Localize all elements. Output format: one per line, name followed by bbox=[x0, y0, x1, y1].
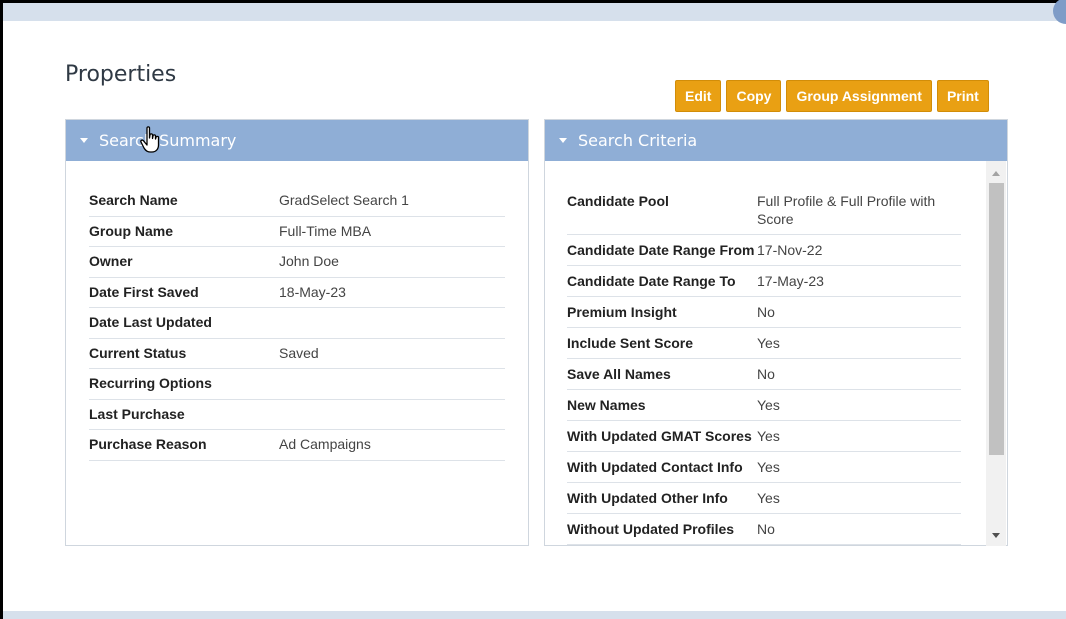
row-label: Owner bbox=[89, 253, 133, 269]
row-value: Yes bbox=[757, 397, 780, 413]
row-label: With Updated GMAT Scores bbox=[567, 428, 752, 444]
row-label: Current Status bbox=[89, 344, 187, 361]
caret-down-icon bbox=[80, 138, 88, 143]
hand-cursor-icon bbox=[140, 126, 160, 153]
summary-row: Date Last Updated bbox=[89, 308, 505, 339]
criteria-row: Candidate Date Range From 17-Nov-22 bbox=[567, 235, 961, 266]
search-criteria-list: Candidate Pool Full Profile & Full Profil… bbox=[567, 186, 961, 545]
criteria-scroll-area[interactable]: Candidate Pool Full Profile & Full Profil… bbox=[545, 161, 1007, 546]
row-label: Recurring Options bbox=[89, 375, 212, 391]
row-value: Full-Time MBA bbox=[279, 222, 372, 239]
row-label: Candidate Date Range To bbox=[567, 273, 736, 289]
summary-row: Date First Saved 18-May-23 bbox=[89, 278, 505, 308]
row-label: Candidate Date Range From bbox=[567, 242, 755, 258]
row-label: Premium Insight bbox=[567, 304, 677, 320]
criteria-row: With Updated GMAT Scores Yes bbox=[567, 421, 961, 452]
row-label: Search Name bbox=[89, 192, 178, 208]
scroll-thumb[interactable] bbox=[989, 183, 1004, 455]
row-value: Ad Campaigns bbox=[279, 436, 371, 452]
row-label: Date Last Updated bbox=[89, 314, 212, 330]
row-value: 18-May-23 bbox=[279, 283, 346, 300]
criteria-row: Without Updated Profiles No bbox=[567, 514, 961, 545]
caret-down-icon bbox=[559, 138, 567, 143]
row-value: Yes bbox=[757, 490, 780, 506]
row-value: Saved bbox=[279, 344, 319, 361]
criteria-row: Save All Names No bbox=[567, 359, 961, 390]
row-label: With Updated Contact Info bbox=[567, 459, 743, 475]
scroll-up-icon[interactable] bbox=[992, 171, 1000, 176]
search-summary-list: Search Name GradSelect Search 1 Group Nam… bbox=[89, 186, 505, 461]
page-title: Properties bbox=[65, 62, 177, 87]
row-value: 17-Nov-22 bbox=[757, 242, 823, 258]
row-label: Last Purchase bbox=[89, 405, 185, 422]
summary-row: Owner John Doe bbox=[89, 247, 505, 278]
row-value: No bbox=[757, 366, 775, 382]
summary-row: Recurring Options bbox=[89, 369, 505, 400]
search-summary-header[interactable]: Search Summary bbox=[66, 120, 528, 161]
summary-row: Search Name GradSelect Search 1 bbox=[89, 186, 505, 217]
row-value: Yes bbox=[757, 428, 780, 444]
row-value: John Doe bbox=[279, 253, 339, 269]
criteria-row: With Updated Other Info Yes bbox=[567, 483, 961, 514]
summary-row: Current Status Saved bbox=[89, 339, 505, 369]
top-strip bbox=[3, 3, 1066, 21]
bottom-strip bbox=[3, 611, 1066, 619]
row-value: GradSelect Search 1 bbox=[279, 192, 409, 208]
row-label: Include Sent Score bbox=[567, 335, 694, 351]
edit-button[interactable]: Edit bbox=[675, 80, 722, 112]
group-assignment-button[interactable]: Group Assignment bbox=[786, 80, 932, 112]
copy-button[interactable]: Copy bbox=[726, 80, 782, 112]
search-summary-panel: Search Summary Search Name GradSelect Sea… bbox=[65, 119, 529, 546]
criteria-row: Premium Insight No bbox=[567, 297, 961, 328]
vertical-scrollbar[interactable] bbox=[986, 161, 1006, 546]
row-value: No bbox=[757, 521, 775, 537]
row-label: Save All Names bbox=[567, 366, 671, 382]
scroll-down-icon[interactable] bbox=[992, 533, 1000, 538]
criteria-row: Candidate Pool Full Profile & Full Profil… bbox=[567, 186, 961, 235]
criteria-row: Include Sent Score Yes bbox=[567, 328, 961, 359]
row-value: 17-May-23 bbox=[757, 273, 824, 289]
criteria-row: With Updated Contact Info Yes bbox=[567, 452, 961, 483]
print-button[interactable]: Print bbox=[936, 80, 989, 112]
row-label: With Updated Other Info bbox=[567, 490, 728, 506]
criteria-row: Candidate Date Range To 17-May-23 bbox=[567, 266, 961, 297]
row-value: Yes bbox=[757, 459, 780, 475]
search-criteria-header[interactable]: Search Criteria bbox=[545, 120, 1007, 161]
summary-row: Purchase Reason Ad Campaigns bbox=[89, 430, 505, 461]
row-value: Yes bbox=[757, 335, 780, 351]
summary-row: Group Name Full-Time MBA bbox=[89, 217, 505, 247]
row-label: Group Name bbox=[89, 222, 174, 239]
summary-row: Last Purchase bbox=[89, 400, 505, 430]
criteria-row: New Names Yes bbox=[567, 390, 961, 421]
row-label: Without Updated Profiles bbox=[567, 521, 735, 537]
search-criteria-panel: Search Criteria Candidate Pool Full Profi… bbox=[544, 119, 1008, 546]
row-value: Full Profile & Full Profile with Score bbox=[757, 193, 936, 227]
row-label: Purchase Reason bbox=[89, 436, 207, 452]
search-criteria-title: Search Criteria bbox=[578, 131, 698, 150]
search-summary-title: Search Summary bbox=[99, 131, 237, 150]
row-label: Candidate Pool bbox=[567, 193, 669, 209]
toolbar: Edit Copy Group Assignment Print bbox=[675, 80, 989, 112]
row-value: No bbox=[757, 304, 775, 320]
row-label: Date First Saved bbox=[89, 283, 199, 300]
row-label: New Names bbox=[567, 397, 646, 413]
